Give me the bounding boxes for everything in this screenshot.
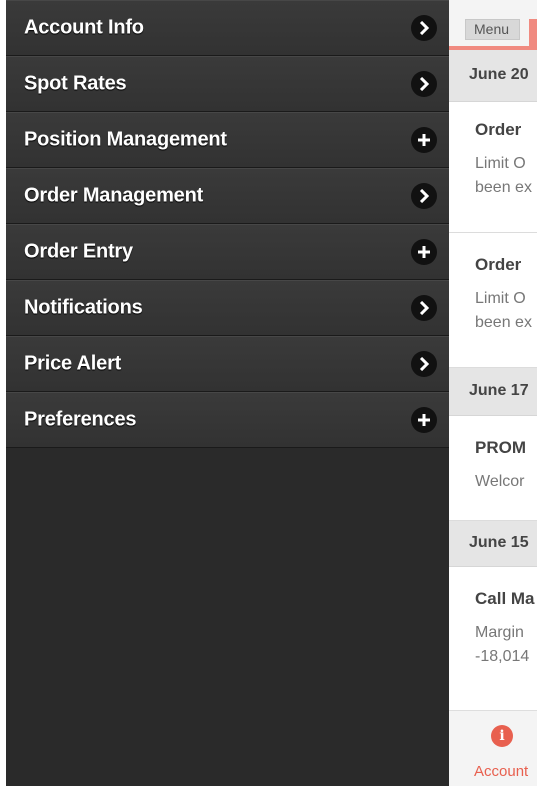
date-header: June 17	[449, 368, 537, 416]
chevron-right-icon	[411, 183, 437, 209]
menu-item-account-info[interactable]: Account Info	[6, 0, 449, 56]
chevron-right-icon	[411, 15, 437, 41]
menu-item-label: Price Alert	[24, 352, 122, 375]
notification-title: PROM	[475, 438, 526, 457]
notification-title: Order	[475, 255, 522, 274]
bottom-tab-bar: i Account	[449, 710, 537, 786]
notification-body-line: Limit O	[475, 290, 526, 307]
info-icon[interactable]: i	[491, 725, 513, 747]
menu-button[interactable]: Menu	[465, 19, 520, 40]
menu-item-label: Order Management	[24, 184, 204, 207]
header-accent	[529, 19, 537, 46]
tab-account[interactable]: Account	[474, 763, 528, 780]
date-header: June 15	[449, 521, 537, 567]
chevron-right-icon	[411, 295, 437, 321]
menu-item-price-alert[interactable]: Price Alert	[6, 336, 449, 392]
top-bar: Menu	[449, 0, 537, 50]
notification-title: Call Ma	[475, 589, 535, 608]
notification-item[interactable]: Call Ma Margin -18,014	[449, 567, 537, 717]
notification-body-line: -18,014	[475, 648, 530, 665]
notification-body-line: been ex	[475, 179, 532, 196]
plus-icon	[411, 239, 437, 265]
notification-item[interactable]: Order Limit O been ex	[449, 233, 537, 368]
notification-body-line: Margin	[475, 624, 524, 641]
notification-item[interactable]: PROM Welcor	[449, 416, 537, 521]
notification-body-line: Welcor	[475, 473, 525, 490]
plus-icon	[411, 407, 437, 433]
side-menu: Account Info Spot Rates Position Managem…	[6, 0, 449, 786]
plus-icon	[411, 127, 437, 153]
menu-item-label: Order Entry	[24, 240, 133, 263]
menu-item-label: Position Management	[24, 128, 227, 151]
notification-body-line: Limit O	[475, 155, 526, 172]
menu-item-order-management[interactable]: Order Management	[6, 168, 449, 224]
menu-item-notifications[interactable]: Notifications	[6, 280, 449, 336]
menu-item-label: Account Info	[24, 16, 144, 39]
notification-body-line: been ex	[475, 314, 532, 331]
menu-item-label: Spot Rates	[24, 72, 127, 95]
menu-item-label: Notifications	[24, 296, 143, 319]
menu-item-label: Preferences	[24, 408, 137, 431]
notifications-panel: Menu June 20 Order Limit O been ex Order…	[449, 0, 537, 786]
menu-item-order-entry[interactable]: Order Entry	[6, 224, 449, 280]
date-header: June 20	[449, 50, 537, 102]
notification-title: Order	[475, 120, 522, 139]
notification-item[interactable]: Order Limit O been ex	[449, 102, 537, 233]
menu-item-preferences[interactable]: Preferences	[6, 392, 449, 448]
menu-item-spot-rates[interactable]: Spot Rates	[6, 56, 449, 112]
chevron-right-icon	[411, 351, 437, 377]
chevron-right-icon	[411, 71, 437, 97]
menu-item-position-management[interactable]: Position Management	[6, 112, 449, 168]
